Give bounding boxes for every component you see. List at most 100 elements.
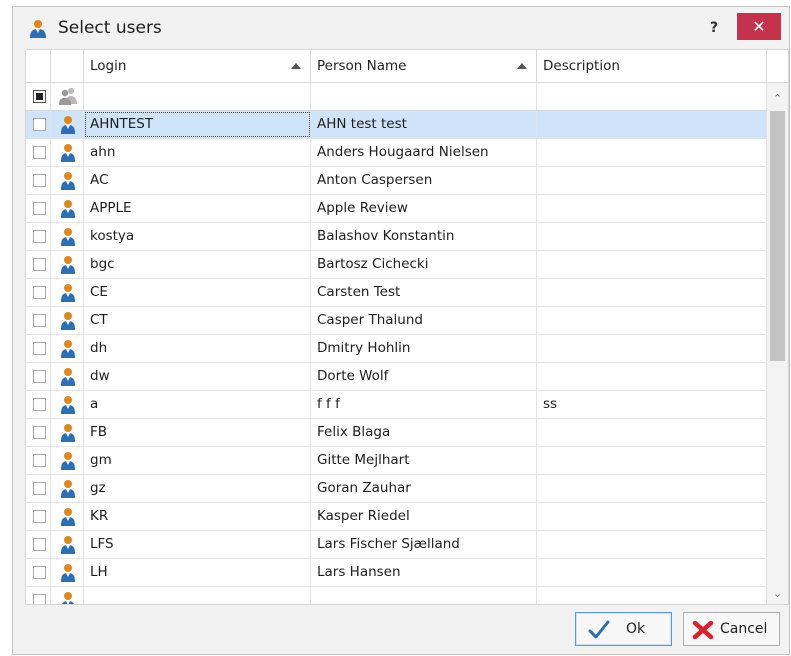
login-cell[interactable]: gm: [84, 447, 311, 474]
login-cell[interactable]: KR: [84, 503, 311, 530]
table-row[interactable]: LFS Lars Fischer Sjælland: [26, 531, 767, 559]
person-name-cell[interactable]: Kasper Riedel: [311, 503, 537, 530]
description-cell[interactable]: [537, 167, 767, 194]
table-row[interactable]: CE Carsten Test: [26, 279, 767, 307]
vertical-scrollbar[interactable]: ⌃ ⌄: [767, 83, 788, 604]
table-row[interactable]: dw Dorte Wolf: [26, 363, 767, 391]
login-cell[interactable]: dh: [84, 335, 311, 362]
person-name-cell[interactable]: Lars Fischer Sjælland: [311, 531, 537, 558]
person-name-filter-cell[interactable]: [311, 83, 537, 110]
description-cell[interactable]: [537, 447, 767, 474]
table-row[interactable]: KR Kasper Riedel: [26, 503, 767, 531]
person-name-cell[interactable]: Anton Caspersen: [311, 167, 537, 194]
description-cell[interactable]: [537, 419, 767, 446]
person-name-cell[interactable]: Gitte Mejlhart: [311, 447, 537, 474]
row-checkbox[interactable]: [33, 146, 46, 159]
row-checkbox[interactable]: [33, 454, 46, 467]
help-button[interactable]: ?: [703, 16, 725, 40]
person-name-cell[interactable]: Casper Thalund: [311, 307, 537, 334]
scrollbar-thumb[interactable]: [770, 111, 785, 361]
scroll-up-icon[interactable]: ⌃: [767, 89, 788, 109]
column-header-person-name[interactable]: Person Name: [311, 50, 537, 82]
description-cell[interactable]: [537, 335, 767, 362]
close-button[interactable]: ✕: [737, 13, 781, 40]
description-cell[interactable]: [537, 251, 767, 278]
row-checkbox[interactable]: [33, 482, 46, 495]
person-name-cell[interactable]: f f f: [311, 391, 537, 418]
login-cell[interactable]: APPLE: [84, 195, 311, 222]
table-row[interactable]: kostya Balashov Konstantin: [26, 223, 767, 251]
table-row[interactable]: AC Anton Caspersen: [26, 167, 767, 195]
description-cell[interactable]: [537, 195, 767, 222]
person-name-cell[interactable]: AHN test test: [311, 111, 537, 138]
table-row[interactable]: dh Dmitry Hohlin: [26, 335, 767, 363]
scroll-down-icon[interactable]: ⌄: [767, 584, 788, 604]
row-checkbox[interactable]: [33, 174, 46, 187]
table-row[interactable]: APPLE Apple Review: [26, 195, 767, 223]
person-name-cell[interactable]: Dorte Wolf: [311, 363, 537, 390]
row-checkbox[interactable]: [33, 426, 46, 439]
row-checkbox[interactable]: [33, 286, 46, 299]
row-checkbox[interactable]: [33, 230, 46, 243]
row-checkbox[interactable]: [33, 118, 46, 131]
table-row[interactable]: gz Goran Zauhar: [26, 475, 767, 503]
person-name-cell[interactable]: Apple Review: [311, 195, 537, 222]
login-cell[interactable]: CE: [84, 279, 311, 306]
description-cell[interactable]: [537, 503, 767, 530]
table-row[interactable]: CT Casper Thalund: [26, 307, 767, 335]
select-all-checkbox[interactable]: [33, 90, 46, 103]
ok-button[interactable]: Ok: [575, 612, 672, 646]
description-cell[interactable]: [537, 531, 767, 558]
column-header-description[interactable]: Description: [537, 50, 767, 82]
table-row[interactable]: AHNTEST AHN test test: [26, 111, 767, 139]
description-cell[interactable]: [537, 279, 767, 306]
row-checkbox[interactable]: [33, 314, 46, 327]
person-name-cell[interactable]: Balashov Konstantin: [311, 223, 537, 250]
login-cell[interactable]: LH: [84, 559, 311, 586]
person-name-cell[interactable]: Goran Zauhar: [311, 475, 537, 502]
row-checkbox[interactable]: [33, 538, 46, 551]
login-cell[interactable]: kostya: [84, 223, 311, 250]
login-filter-cell[interactable]: [84, 83, 311, 110]
description-cell[interactable]: [537, 587, 767, 604]
row-checkbox[interactable]: [33, 510, 46, 523]
login-cell[interactable]: LFS: [84, 531, 311, 558]
person-name-cell[interactable]: Felix Blaga: [311, 419, 537, 446]
table-row[interactable]: af f f ss: [26, 391, 767, 419]
description-cell[interactable]: [537, 111, 767, 138]
person-name-cell[interactable]: Bartosz Cichecki: [311, 251, 537, 278]
description-cell[interactable]: [537, 307, 767, 334]
table-row[interactable]: ahn Anders Hougaard Nielsen: [26, 139, 767, 167]
person-name-cell[interactable]: Dmitry Hohlin: [311, 335, 537, 362]
person-name-cell[interactable]: Carsten Test: [311, 279, 537, 306]
row-checkbox[interactable]: [33, 258, 46, 271]
login-cell[interactable]: [84, 587, 311, 604]
row-checkbox[interactable]: [33, 566, 46, 579]
table-row[interactable]: LH Lars Hansen: [26, 559, 767, 587]
login-cell[interactable]: dw: [84, 363, 311, 390]
login-cell[interactable]: AC: [84, 167, 311, 194]
cancel-button[interactable]: Cancel: [683, 612, 780, 646]
table-row[interactable]: bgc Bartosz Cichecki: [26, 251, 767, 279]
login-cell[interactable]: bgc: [84, 251, 311, 278]
row-checkbox[interactable]: [33, 594, 46, 604]
login-cell[interactable]: a: [84, 391, 311, 418]
table-row[interactable]: gm Gitte Mejlhart: [26, 447, 767, 475]
row-checkbox[interactable]: [33, 342, 46, 355]
person-name-cell[interactable]: Anders Hougaard Nielsen: [311, 139, 537, 166]
description-cell[interactable]: [537, 475, 767, 502]
description-cell[interactable]: [537, 559, 767, 586]
person-name-cell[interactable]: [311, 587, 537, 604]
row-checkbox[interactable]: [33, 202, 46, 215]
person-name-cell[interactable]: Lars Hansen: [311, 559, 537, 586]
description-cell[interactable]: ss: [537, 391, 767, 418]
login-cell[interactable]: CT: [84, 307, 311, 334]
row-checkbox[interactable]: [33, 370, 46, 383]
description-cell[interactable]: [537, 363, 767, 390]
description-cell[interactable]: [537, 223, 767, 250]
table-row[interactable]: [26, 587, 767, 604]
login-cell[interactable]: FB: [84, 419, 311, 446]
table-row[interactable]: FB Felix Blaga: [26, 419, 767, 447]
row-checkbox[interactable]: [33, 398, 46, 411]
description-filter-cell[interactable]: [537, 83, 767, 110]
